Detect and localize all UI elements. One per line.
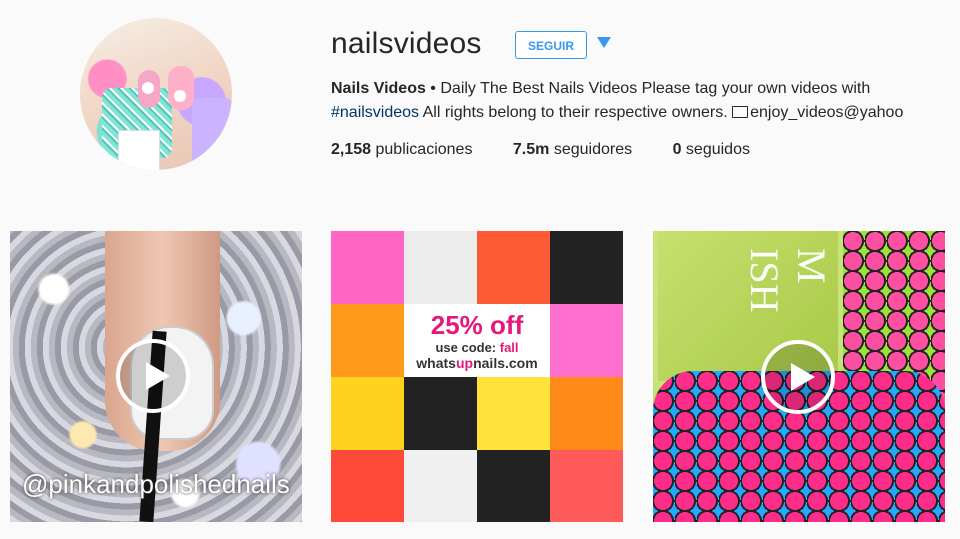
promo-stencil-cell	[550, 450, 623, 522]
avatar-polish-bottle-lilac	[192, 98, 232, 166]
profile-bio: Nails Videos • Daily The Best Nails Vide…	[331, 77, 951, 125]
profile-username: nailsvideos	[331, 27, 482, 60]
promo-site: whatsupnails.com	[404, 355, 550, 371]
promo-code: fall	[499, 340, 519, 355]
bio-separator: •	[425, 80, 441, 97]
promo-stencil-cell	[404, 377, 477, 450]
stat-posts: 2,158 publicaciones	[331, 139, 472, 161]
promo-site-b: up	[455, 355, 474, 371]
promo-stencil-cell	[404, 231, 477, 304]
play-video-icon[interactable]	[116, 339, 190, 413]
stat-followers[interactable]: 7.5m seguidores	[513, 139, 632, 161]
stat-following[interactable]: 0 seguidos	[673, 139, 750, 161]
promo-site-c: nails.com	[473, 355, 538, 371]
post-watermark: @pinkandpolishednails	[22, 469, 290, 499]
avatar-nail	[168, 66, 194, 110]
follow-button[interactable]: SEGUIR	[515, 31, 587, 59]
avatar-polish-cap	[118, 130, 160, 170]
stat-posts-label: publicaciones	[375, 141, 473, 158]
post-thumbnail-2[interactable]: 25% off use code: fall whatsupnails.com	[331, 231, 623, 522]
post-thumbnail-3[interactable]: M ISH	[653, 231, 945, 522]
bio-email: enjoy_videos@yahoo	[750, 104, 904, 121]
promo-stencil-cell	[477, 450, 550, 522]
promo-discount: 25% off	[430, 310, 524, 340]
promo-stencil-cell	[331, 377, 404, 450]
profile-avatar	[80, 18, 232, 170]
bio-hashtag-link[interactable]: #nailsvideos	[331, 104, 419, 121]
promo-stencil-cell	[477, 377, 550, 450]
promo-code-prefix: use code:	[435, 340, 500, 355]
promo-banner: 25% off use code: fall whatsupnails.com	[404, 304, 550, 377]
profile-full-name: Nails Videos	[331, 80, 426, 97]
promo-stencil-cell	[550, 304, 623, 377]
stat-followers-count: 7.5m	[512, 141, 550, 158]
promo-stencil-cell	[404, 450, 477, 522]
suggestions-dropdown-icon[interactable]	[597, 37, 611, 48]
promo-stencil-cell	[550, 231, 623, 304]
promo-site-a: whats	[416, 355, 456, 371]
envelope-icon	[732, 106, 749, 118]
post-thumbnail-1[interactable]: @pinkandpolishednails	[10, 231, 302, 522]
bio-text: All rights belong to their respective ow…	[419, 104, 733, 121]
stat-following-count: 0	[672, 141, 682, 158]
stat-posts-count: 2,158	[331, 141, 372, 158]
avatar-icecream-art	[142, 82, 154, 94]
promo-stencil-cell	[477, 231, 550, 304]
promo-stencil-cell	[550, 377, 623, 450]
profile-stats: 2,158 publicaciones 7.5m seguidores 0 se…	[331, 139, 786, 161]
promo-stencil-cell	[331, 450, 404, 522]
promo-code-line: use code: fall	[404, 340, 550, 355]
promo-stencil-cell	[331, 231, 404, 304]
promo-stencil-cell	[331, 304, 404, 377]
bio-text: Daily The Best Nails Videos Please tag y…	[440, 80, 871, 97]
avatar-icecream-art	[174, 90, 186, 102]
play-video-icon[interactable]	[761, 340, 835, 414]
post-bottle-text: M ISH	[742, 248, 834, 313]
stat-followers-label: seguidores	[553, 141, 633, 158]
stat-following-label: seguidos	[685, 141, 750, 158]
